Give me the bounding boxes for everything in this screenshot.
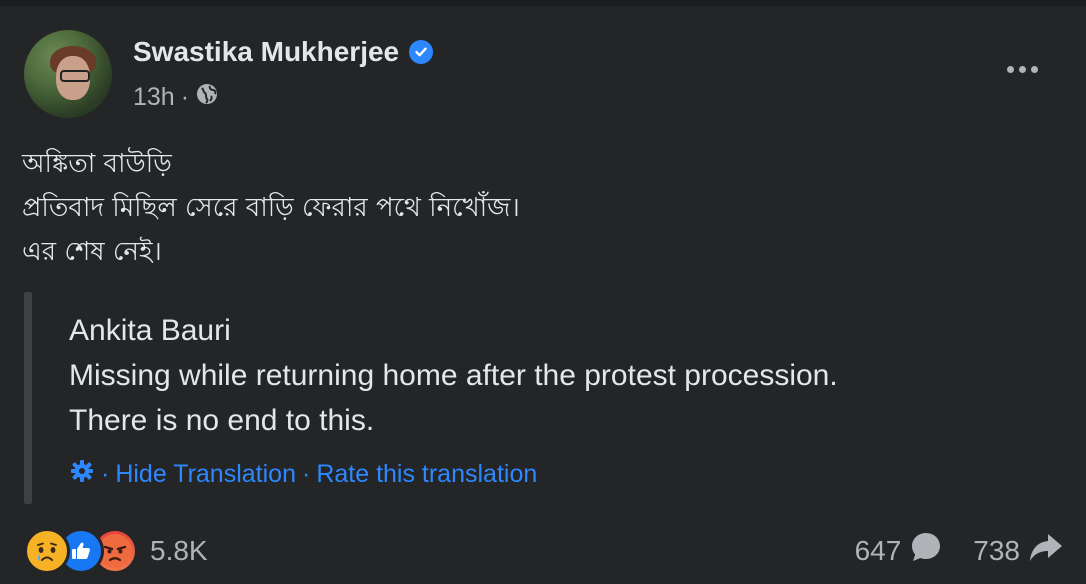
shares-count: 738	[973, 534, 1020, 566]
meta-separator: ·	[180, 83, 190, 111]
comments-count: 647	[854, 534, 902, 566]
globe-icon[interactable]	[195, 82, 219, 113]
post-text: অঙ্কিতা বাউড়ি প্রতিবাদ মিছিল সেরে বাড়ি…	[22, 142, 520, 274]
post-text-line: অঙ্কিতা বাউড়ি	[22, 149, 172, 179]
author-name[interactable]: Swastika Mukherjee	[133, 36, 399, 68]
post-time[interactable]: 13h	[133, 83, 175, 112]
hide-translation-link[interactable]: Hide Translation	[115, 460, 296, 489]
link-separator: ·	[301, 460, 311, 488]
translation-links: · Hide Translation · Rate this translati…	[69, 458, 537, 491]
more-options-icon[interactable]	[1000, 54, 1044, 84]
comment-bubble-icon	[909, 530, 943, 571]
translation-quote-bar	[24, 292, 32, 504]
comments-stat[interactable]: 647	[855, 530, 944, 571]
sad-icon	[24, 528, 70, 574]
author-row: Swastika Mukherjee	[133, 36, 434, 68]
rate-translation-link[interactable]: Rate this translation	[316, 460, 537, 489]
post-text-line: প্রতিবাদ মিছিল সেরে বাড়ি ফেরার পথে নিখো…	[22, 193, 520, 223]
post-meta: 13h ·	[133, 82, 219, 113]
reactions-summary[interactable]: 5.8K	[24, 528, 208, 574]
translation-line: Missing while returning home after the p…	[69, 359, 838, 392]
link-separator: ·	[101, 460, 110, 488]
verified-badge-icon	[409, 40, 434, 64]
translation-settings-icon[interactable]	[69, 458, 95, 491]
translation-line: Ankita Bauri	[69, 314, 231, 347]
engagement-stats: 647 738	[855, 530, 1064, 571]
avatar-glasses	[60, 70, 90, 82]
translation-text: Ankita Bauri Missing while returning hom…	[69, 308, 838, 443]
avatar[interactable]	[24, 30, 112, 118]
post-text-line: এর শেষ নেই।	[22, 237, 162, 267]
translation-line: There is no end to this.	[69, 404, 375, 437]
top-edge	[0, 0, 1086, 6]
shares-stat[interactable]: 738	[973, 530, 1064, 571]
share-arrow-icon	[1028, 530, 1064, 571]
reactions-count[interactable]: 5.8K	[150, 535, 208, 567]
